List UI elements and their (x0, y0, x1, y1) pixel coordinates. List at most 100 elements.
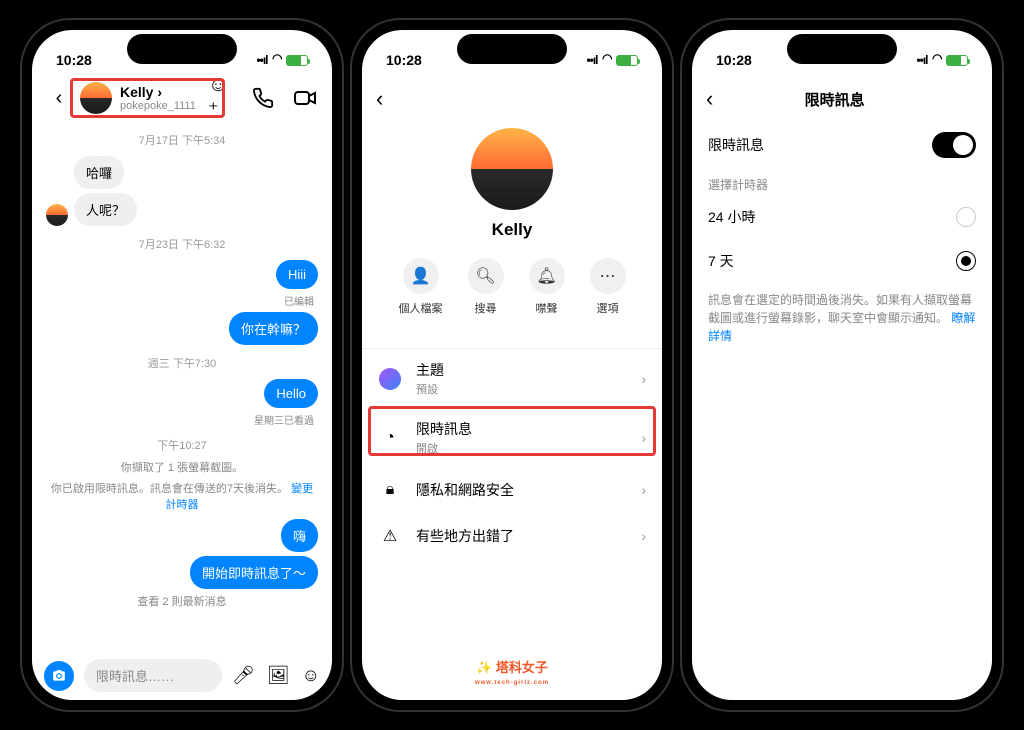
edited-label: 已編輯 (46, 293, 314, 308)
avatar (46, 204, 68, 226)
input-icons: 🎤︎ 🖼︎ ☺ (232, 665, 320, 686)
chevron-right-icon: › (641, 528, 646, 544)
msg-sent[interactable]: 嗨 (46, 519, 318, 552)
image-icon[interactable]: 🖼︎ (267, 665, 290, 686)
settings-list: 主題預設 › ◔ 限時訊息開啟 › 🔒︎ 隱私和網路安全 › ⚠ 有些地方出錯了… (362, 348, 662, 559)
dynamic-island (127, 34, 237, 64)
action-search[interactable]: 🔍︎搜尋 (468, 258, 504, 316)
camera-button[interactable] (44, 661, 74, 691)
search-icon: 🔍︎ (468, 258, 504, 294)
phone-mockup-2: 10:28 ‹ Kelly 👤個人檔案 🔍︎搜尋 🔔︎噤聲 ⋯選項 主題預 (352, 20, 672, 710)
chevron-right-icon: › (641, 482, 646, 498)
list-item-privacy[interactable]: 🔒︎ 隱私和網路安全 › (362, 467, 662, 513)
action-row: 👤個人檔案 🔍︎搜尋 🔔︎噤聲 ⋯選項 (376, 258, 648, 334)
sticker-icon[interactable]: ☺ (302, 665, 320, 686)
status-time: 10:28 (56, 52, 92, 68)
system-message: 你已啟用限時訊息。訊息會在傳送的7天後消失。 變更計時器 (46, 482, 318, 513)
settings-header: ‹ 限時訊息 (692, 78, 992, 120)
user-icon: 👤 (403, 258, 439, 294)
avatar[interactable] (80, 82, 112, 114)
more-icon: ⋯ (590, 258, 626, 294)
list-item-error[interactable]: ⚠ 有些地方出錯了 › (362, 513, 662, 559)
wifi-icon (602, 53, 612, 67)
user-handle: pokepoke_1111 (120, 100, 200, 112)
toggle-row[interactable]: 限時訊息 (692, 120, 992, 170)
message-input[interactable]: 限時訊息…… (84, 659, 222, 692)
profile-hero: Kelly 👤個人檔案 🔍︎搜尋 🔔︎噤聲 ⋯選項 (362, 120, 662, 348)
timestamp: 7月17日 下午5:34 (46, 132, 318, 148)
wifi-icon (932, 53, 942, 67)
status-icons (256, 53, 308, 67)
seen-label: 星期三已看過 (46, 412, 314, 427)
wifi-icon (272, 53, 282, 67)
dynamic-island (787, 34, 897, 64)
radio-button[interactable] (956, 207, 976, 227)
option-7d[interactable]: 7 天 (692, 239, 992, 283)
bell-icon: 🔔︎ (529, 258, 565, 294)
screen-chat: 10:28 ‹ Kelly › pokepoke_1111 ☺⁺ 7月17日 下… (32, 30, 332, 700)
chat-input-bar: 限時訊息…… 🎤︎ 🖼︎ ☺ (32, 651, 332, 700)
profile-name: Kelly (376, 220, 648, 240)
phone-mockup-3: 10:28 ‹ 限時訊息 限時訊息 選擇計時器 24 小時 7 天 訊息會在選定… (682, 20, 1002, 710)
msg-sent[interactable]: 你在幹嘛？ (46, 312, 318, 345)
user-name: Kelly › (120, 84, 200, 100)
mic-icon[interactable]: 🎤︎ (232, 665, 255, 686)
user-info[interactable]: Kelly › pokepoke_1111 (120, 84, 200, 112)
profile-header: ‹ (362, 78, 662, 120)
back-icon[interactable]: ‹ (46, 85, 72, 111)
msg-sent[interactable]: Hello (46, 379, 318, 408)
radio-button-selected[interactable] (956, 251, 976, 271)
signal-icon (586, 53, 597, 67)
action-mute[interactable]: 🔔︎噤聲 (529, 258, 565, 316)
action-options[interactable]: ⋯選項 (590, 258, 626, 316)
chevron-right-icon: › (641, 371, 646, 387)
unread-label: 查看 2 則最新消息 (46, 595, 318, 610)
signal-icon (256, 53, 267, 67)
toggle-label: 限時訊息 (708, 135, 764, 155)
status-icons (916, 53, 968, 67)
action-profile[interactable]: 👤個人檔案 (399, 258, 443, 316)
chat-header[interactable]: ‹ Kelly › pokepoke_1111 ☺⁺ (32, 78, 332, 122)
system-message: 你擷取了 1 張螢幕截圖。 (46, 461, 318, 476)
msg-received[interactable]: 哈囉 (46, 156, 318, 189)
status-time: 10:28 (386, 52, 422, 68)
video-icon[interactable] (292, 85, 318, 111)
battery-icon (946, 55, 968, 66)
call-icon[interactable] (250, 85, 276, 111)
timestamp: 7月23日 下午6:32 (46, 236, 318, 252)
timestamp: 下午10:27 (46, 437, 318, 453)
sticker-icon[interactable]: ☺⁺ (208, 85, 234, 111)
section-label: 選擇計時器 (692, 170, 992, 195)
lock-icon: 🔒︎ (378, 478, 402, 502)
phone-mockup-1: 10:28 ‹ Kelly › pokepoke_1111 ☺⁺ 7月17日 下… (22, 20, 342, 710)
msg-sent[interactable]: Hiii (46, 260, 318, 289)
option-24h[interactable]: 24 小時 (692, 195, 992, 239)
msg-sent[interactable]: 開始即時訊息了～ (46, 556, 318, 589)
option-label: 24 小時 (708, 207, 755, 227)
screen-profile: 10:28 ‹ Kelly 👤個人檔案 🔍︎搜尋 🔔︎噤聲 ⋯選項 主題預 (362, 30, 662, 700)
watermark: ✨ 塔科女子 www.tech-girlz.com (475, 657, 549, 686)
back-button[interactable]: ‹ (706, 86, 713, 112)
status-time: 10:28 (716, 52, 752, 68)
battery-icon (286, 55, 308, 66)
page-title: 限時訊息 (713, 89, 956, 110)
timer-icon: ◔ (378, 426, 402, 450)
screen-settings: 10:28 ‹ 限時訊息 限時訊息 選擇計時器 24 小時 7 天 訊息會在選定… (692, 30, 992, 700)
chat-body[interactable]: 7月17日 下午5:34 哈囉 人呢？ 7月23日 下午6:32 Hiii 已編… (32, 122, 332, 651)
list-item-disappearing[interactable]: ◔ 限時訊息開啟 › (362, 408, 662, 467)
option-label: 7 天 (708, 251, 734, 271)
battery-icon (616, 55, 638, 66)
timestamp: 週三 下午7:30 (46, 355, 318, 371)
back-button[interactable]: ‹ (376, 86, 383, 112)
helper-text: 訊息會在選定的時間過後消失。如果有人擷取螢幕截圖或進行螢幕錄影，聊天室中會顯示通… (692, 283, 992, 353)
msg-received[interactable]: 人呢？ (46, 193, 318, 226)
avatar-large[interactable] (471, 128, 553, 210)
list-item-theme[interactable]: 主題預設 › (362, 349, 662, 408)
chevron-right-icon: › (641, 430, 646, 446)
dynamic-island (457, 34, 567, 64)
status-icons (586, 53, 638, 67)
header-actions: ☺⁺ (208, 85, 318, 111)
toggle-switch[interactable] (932, 132, 976, 158)
signal-icon (916, 53, 927, 67)
warning-icon: ⚠ (378, 524, 402, 548)
